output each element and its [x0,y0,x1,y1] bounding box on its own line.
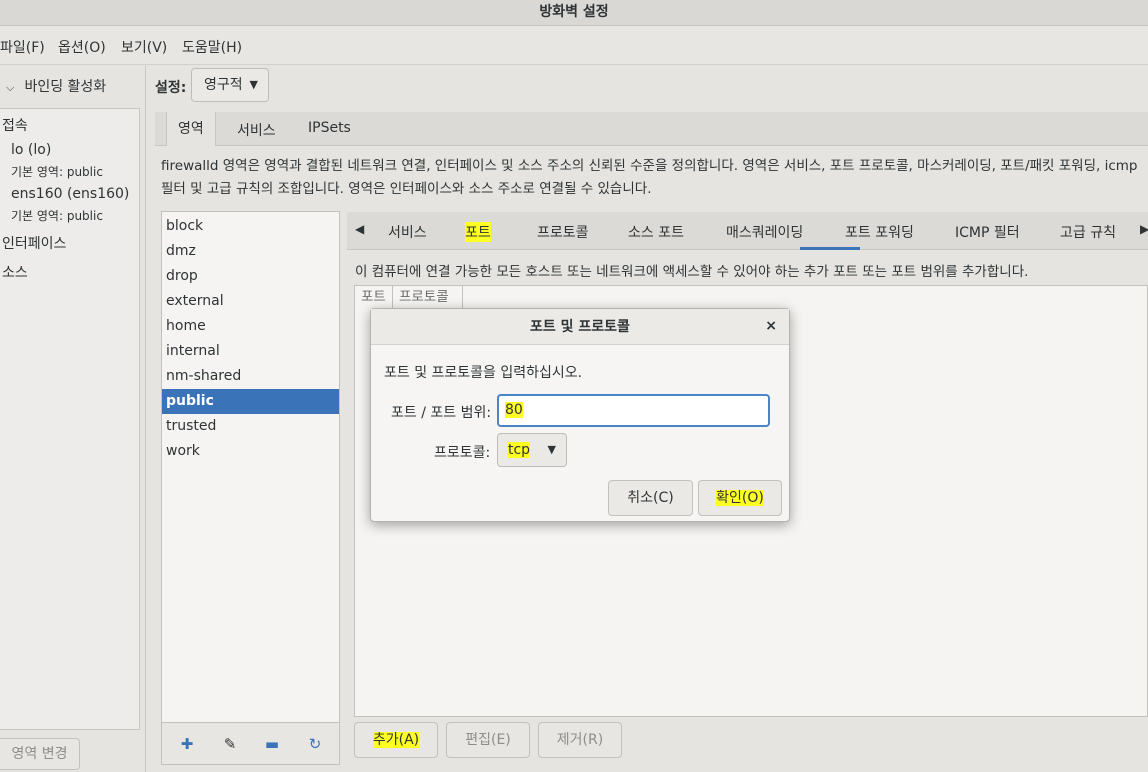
chevron-down-icon: ⌵ [6,81,15,94]
inner-tabs: ◀ 서비스 포트 프로토콜 소스 포트 매스쿼레이딩 포트 포워딩 ICMP 필… [347,212,1148,250]
zone-item-internal[interactable]: internal [162,339,339,364]
protocol-label: 프로토콜: [434,445,491,461]
edit-icon[interactable]: ✎ [220,734,240,754]
sources-header: 소스 [2,265,28,281]
dialog-title: 포트 및 프로토콜 [371,309,789,345]
tab-port-forwarding[interactable]: 포트 포워딩 [845,222,914,242]
port-range-label: 포트 / 포트 범위: [391,405,492,421]
dropdown-arrow-icon: ▼ [249,78,258,91]
ok-label: 확인(O) [716,490,764,506]
tab-rich-rules[interactable]: 고급 규칙 [1060,222,1116,242]
tab-services-inner[interactable]: 서비스 [388,222,427,242]
column-protocol[interactable]: 프로토콜 [393,286,463,308]
connections-panel: 접속 lo (lo) 기본 영역: public ens160 (ens160)… [0,108,140,730]
zone-item-work[interactable]: work [162,439,339,464]
active-tab-indicator [800,247,860,250]
connection-name-lo[interactable]: lo (lo) [11,142,51,158]
zone-item-nm-shared[interactable]: nm-shared [162,364,339,389]
menu-bar: 파일(F) 옵션(O) 보기(V) 도움말(H) [0,27,1148,65]
tab-zones[interactable]: 영역 [166,112,216,146]
tab-ipsets[interactable]: IPSets [308,120,351,136]
outer-tabs: 영역 서비스 IPSets [155,112,1148,146]
remove-port-button[interactable]: 제거(R) [538,722,622,758]
zone-item-home[interactable]: home [162,314,339,339]
connections-header: 접속 [2,118,28,134]
close-icon[interactable]: × [765,318,777,334]
settings-value: 영구적 [204,77,243,93]
tab-protocols[interactable]: 프로토콜 [537,222,589,242]
scroll-left-icon[interactable]: ◀ [355,222,364,236]
tab-services[interactable]: 서비스 [237,120,276,140]
connection-name-ens160[interactable]: ens160 (ens160) [11,186,129,202]
left-pane: ⌵ 바인딩 활성화 접속 lo (lo) 기본 영역: public ens16… [0,66,146,772]
zone-list: block dmz drop external home internal nm… [161,211,340,723]
minus-icon[interactable]: ▬ [262,734,282,754]
edit-port-button[interactable]: 편집(E) [446,722,530,758]
change-zone-button[interactable]: 영역 변경 [0,738,80,770]
settings-select[interactable]: 영구적 ▼ [191,68,269,102]
menu-file[interactable]: 파일(F) [0,37,45,57]
reload-icon[interactable]: ↻ [305,734,325,754]
scroll-right-icon[interactable]: ▶ [1140,222,1148,236]
zone-item-external[interactable]: external [162,289,339,314]
window-title: 방화벽 설정 [0,0,1148,26]
menu-view[interactable]: 보기(V) [121,37,167,57]
zone-item-trusted[interactable]: trusted [162,414,339,439]
binding-toggle-label: 바인딩 활성화 [24,79,107,95]
menu-options[interactable]: 옵션(O) [58,37,106,57]
zone-item-block[interactable]: block [162,214,339,239]
protocol-value: tcp [508,442,531,458]
zone-item-public[interactable]: public [162,389,339,414]
dialog-prompt: 포트 및 프로토콜을 입력하십시오. [384,365,583,381]
tab-icmp-filter[interactable]: ICMP 필터 [955,222,1020,242]
settings-label: 설정: [155,80,187,96]
zone-item-drop[interactable]: drop [162,264,339,289]
tab-source-ports[interactable]: 소스 포트 [628,222,684,242]
port-protocol-dialog: 포트 및 프로토콜 × 포트 및 프로토콜을 입력하십시오. 포트 / 포트 범… [370,308,790,522]
tab-ports[interactable]: 포트 [465,222,491,242]
zone-item-dmz[interactable]: dmz [162,239,339,264]
dropdown-arrow-icon: ▼ [547,443,556,456]
menu-help[interactable]: 도움말(H) [182,37,242,57]
protocol-select[interactable]: tcp ▼ [497,433,567,467]
port-description: 이 컴퓨터에 연결 가능한 모든 호스트 또는 네트워크에 액세스할 수 있어야… [355,264,1029,280]
zone-toolbar: ✚ ✎ ▬ ↻ [161,723,340,765]
ok-button[interactable]: 확인(O) [698,480,782,516]
add-port-button[interactable]: 추가(A) [354,722,438,758]
plus-icon[interactable]: ✚ [177,734,197,754]
column-port[interactable]: 포트 [355,286,393,308]
interfaces-header: 인터페이스 [2,236,67,252]
connection-zone-lo: 기본 영역: public [11,165,103,179]
tab-masquerading[interactable]: 매스쿼레이딩 [726,222,803,242]
zone-description: firewalld 영역은 영역과 결합된 네트워크 연결, 인터페이스 및 소… [161,158,1138,197]
port-range-value: 80 [505,402,523,418]
cancel-button[interactable]: 취소(C) [608,480,693,516]
add-port-label: 추가(A) [372,732,420,748]
connection-zone-ens160: 기본 영역: public [11,209,103,223]
port-range-input[interactable]: 80 [497,394,770,427]
binding-toggle[interactable]: ⌵ 바인딩 활성화 [6,76,106,96]
